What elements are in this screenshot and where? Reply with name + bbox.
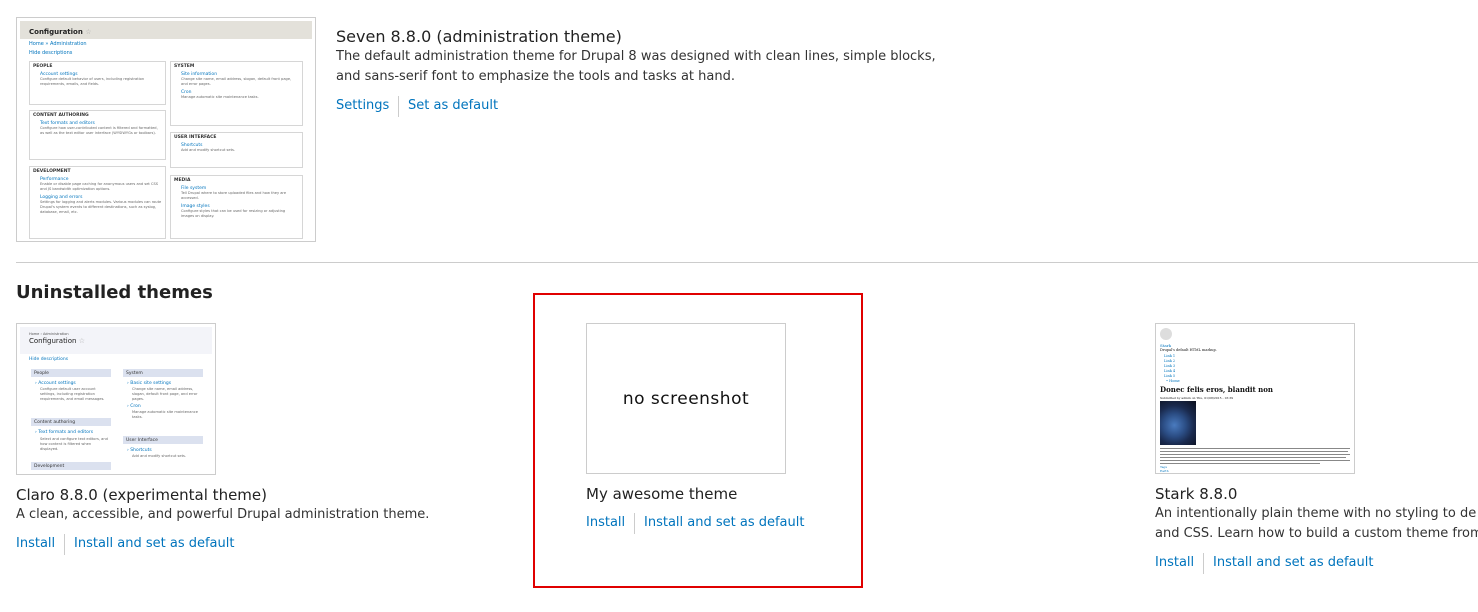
- claro-theme-description: A clean, accessible, and powerful Drupal…: [16, 507, 430, 522]
- highlight-box: [533, 293, 863, 588]
- claro-actions-separator: [64, 534, 65, 555]
- stark-install-default-link[interactable]: Install and set as default: [1213, 555, 1373, 570]
- seven-thumb-development: DEVELOPMENT Performance Enable or disabl…: [29, 166, 166, 239]
- stark-theme-description-line2: and CSS. Learn how to build a custom the…: [1155, 526, 1478, 541]
- seven-thumb-media: MEDIA File system Tell Drupal where to s…: [170, 175, 303, 239]
- drupal-drop-icon: [1160, 328, 1172, 340]
- seven-thumb-header: Configuration ☆: [20, 21, 312, 39]
- seven-set-default-link[interactable]: Set as default: [408, 98, 498, 113]
- seven-theme-description-line1: The default administration theme for Dru…: [336, 49, 936, 64]
- stark-thumbnail: Stark Drupal's default HTML markup. Link…: [1155, 323, 1355, 474]
- stark-theme-title: Stark 8.8.0: [1155, 485, 1238, 503]
- seven-settings-link[interactable]: Settings: [336, 98, 389, 113]
- seven-thumb-breadcrumb: Home » Administration: [29, 41, 87, 47]
- claro-install-link[interactable]: Install: [16, 536, 55, 551]
- stark-thumb-heading: Donec felis eros, blandit non: [1160, 385, 1274, 394]
- uninstalled-themes-heading: Uninstalled themes: [16, 282, 213, 303]
- section-divider: [16, 262, 1478, 263]
- seven-actions-separator: [398, 96, 399, 117]
- seven-thumb-people: PEOPLE Account settings Configure defaul…: [29, 61, 166, 105]
- claro-install-default-link[interactable]: Install and set as default: [74, 536, 234, 551]
- seven-theme-description-line2: and sans-serif font to emphasize the too…: [336, 69, 735, 84]
- earth-image: [1160, 401, 1196, 445]
- seven-thumb-system: SYSTEM Site information Change site name…: [170, 61, 303, 126]
- seven-theme-title: Seven 8.8.0 (administration theme): [336, 27, 622, 46]
- seven-thumb-hide: Hide descriptions: [29, 50, 73, 56]
- claro-thumbnail: Home › Administration Configuration ☆ Hi…: [16, 323, 216, 475]
- stark-theme-description-line1: An intentionally plain theme with no sty…: [1155, 506, 1477, 521]
- claro-theme-title: Claro 8.8.0 (experimental theme): [16, 486, 267, 504]
- seven-thumb-ui: USER INTERFACE Shortcuts Add and modify …: [170, 132, 303, 168]
- stark-actions-separator: [1203, 553, 1204, 574]
- stark-install-link[interactable]: Install: [1155, 555, 1194, 570]
- seven-thumbnail: Configuration ☆ Home » Administration Hi…: [16, 17, 316, 242]
- seven-thumb-content: CONTENT AUTHORING Text formats and edito…: [29, 110, 166, 160]
